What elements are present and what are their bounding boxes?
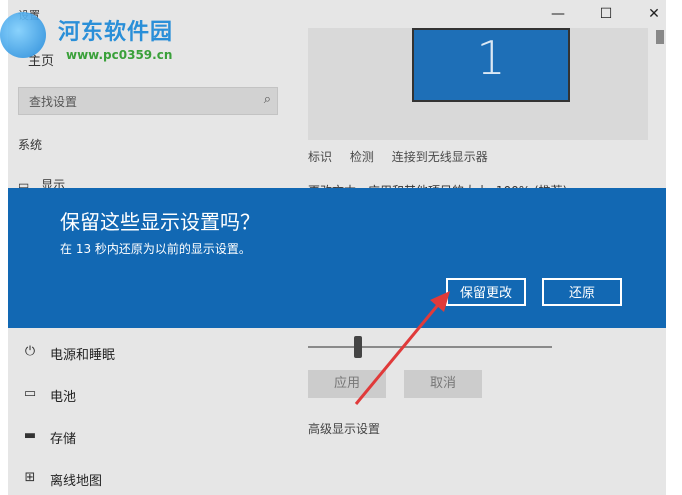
sidebar-item-battery[interactable]: ▭ 电池 — [20, 384, 260, 408]
watermark-logo: 河东软件园 www.pc0359.cn — [0, 8, 230, 68]
map-icon: ⊞ — [24, 470, 36, 485]
detect-link[interactable]: 检测 — [350, 150, 374, 164]
wireless-display-link[interactable]: 连接到无线显示器 — [392, 150, 488, 164]
storage-icon: ▬ — [23, 428, 37, 443]
sidebar-item-label: 离线地图 — [50, 474, 103, 489]
section-label: 系统 — [18, 138, 43, 152]
sidebar-item-offline-maps[interactable]: ⊞ 离线地图 — [20, 468, 260, 492]
battery-icon: ▭ — [23, 386, 37, 401]
cancel-button[interactable]: 取消 — [404, 370, 482, 398]
sidebar-item-label: 电池 — [50, 390, 77, 405]
monitor-tile[interactable]: 1 — [412, 28, 570, 102]
search-input[interactable]: 查找设置 ⌕ — [18, 87, 278, 115]
watermark-url: www.pc0359.cn — [66, 48, 173, 62]
sidebar-item-power[interactable]: ⏻ 电源和睡眠 — [20, 342, 260, 366]
display-links: 标识 检测 连接到无线显示器 — [308, 148, 502, 165]
keep-settings-dialog: 保留这些显示设置吗？ 在 13 秒内还原为以前的显示设置。 保留更改 还原 — [8, 188, 666, 328]
maximize-button[interactable]: ☐ — [586, 4, 626, 24]
watermark-name: 河东软件园 — [58, 19, 174, 45]
sidebar-item-label: 电源和睡眠 — [50, 348, 116, 363]
scale-slider-thumb[interactable] — [354, 336, 362, 358]
minimize-button[interactable]: — — [538, 4, 578, 24]
logo-icon — [0, 12, 46, 58]
revert-button[interactable]: 还原 — [542, 278, 622, 306]
keep-changes-button[interactable]: 保留更改 — [446, 278, 526, 306]
scale-slider-track[interactable] — [308, 346, 552, 348]
search-placeholder: 查找设置 — [29, 95, 78, 109]
advanced-display-settings-link[interactable]: 高级显示设置 — [308, 420, 380, 437]
sidebar-item-label: 存储 — [50, 432, 77, 447]
scrollbar-thumb[interactable] — [656, 30, 664, 44]
search-icon: ⌕ — [263, 92, 271, 107]
power-icon: ⏻ — [24, 344, 36, 359]
identify-link[interactable]: 标识 — [308, 150, 332, 164]
display-preview: 1 — [308, 28, 648, 140]
close-button[interactable]: ✕ — [634, 4, 666, 24]
dialog-message: 在 13 秒内还原为以前的显示设置。 — [60, 242, 251, 256]
dialog-title: 保留这些显示设置吗？ — [60, 210, 260, 234]
sidebar-item-storage[interactable]: ▬ 存储 — [20, 426, 260, 450]
monitor-number: 1 — [476, 31, 506, 85]
apply-button[interactable]: 应用 — [308, 370, 386, 398]
